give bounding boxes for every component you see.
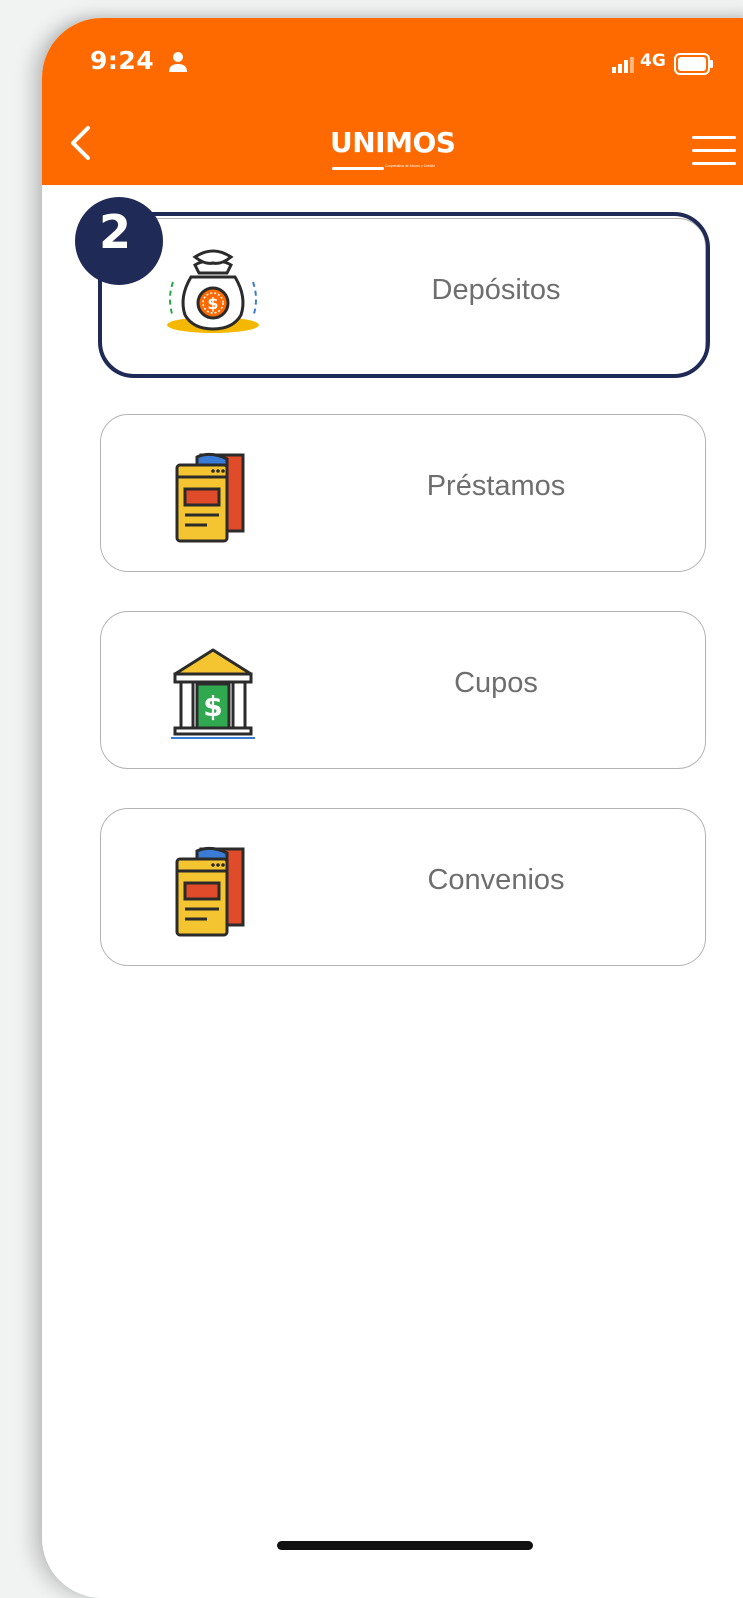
battery-icon	[674, 53, 713, 75]
document-book-icon	[175, 846, 245, 937]
header-bar: 9:24 4G UNIMOS Cooperativa de Ahorro y C…	[42, 18, 743, 185]
person-icon	[169, 52, 187, 72]
menu-item-cupos[interactable]: $ Cupos	[100, 611, 706, 769]
menu-item-label: Cupos	[454, 667, 538, 699]
home-indicator[interactable]	[277, 1541, 533, 1550]
document-book-icon	[175, 452, 245, 543]
step-highlight-frame	[98, 212, 710, 378]
signal-icon	[612, 57, 634, 73]
back-button[interactable]	[60, 118, 100, 168]
menu-item-label: Convenios	[427, 864, 565, 896]
network-label: 4G	[640, 51, 666, 71]
bank-dollar-icon: $	[171, 648, 255, 739]
logo-text: UNIMOS	[330, 126, 456, 159]
step-number-badge: 2	[75, 197, 163, 285]
menu-line	[692, 136, 736, 139]
menu-item-label: Préstamos	[426, 470, 566, 502]
menu-item-convenios[interactable]: Convenios	[100, 808, 706, 966]
logo-underline	[332, 167, 384, 170]
svg-text:$: $	[203, 690, 222, 723]
hamburger-menu-button[interactable]	[692, 134, 738, 168]
menu-line	[692, 162, 736, 165]
step-number: 2	[98, 205, 131, 259]
menu-line	[692, 149, 736, 152]
menu-item-prestamos[interactable]: Préstamos	[100, 414, 706, 572]
status-time: 9:24	[90, 46, 155, 75]
chevron-left-icon	[71, 126, 90, 160]
logo-subtitle: Cooperativa de Ahorro y Crédito	[385, 164, 435, 168]
unimos-logo: UNIMOS Cooperativa de Ahorro y Crédito	[330, 128, 480, 180]
